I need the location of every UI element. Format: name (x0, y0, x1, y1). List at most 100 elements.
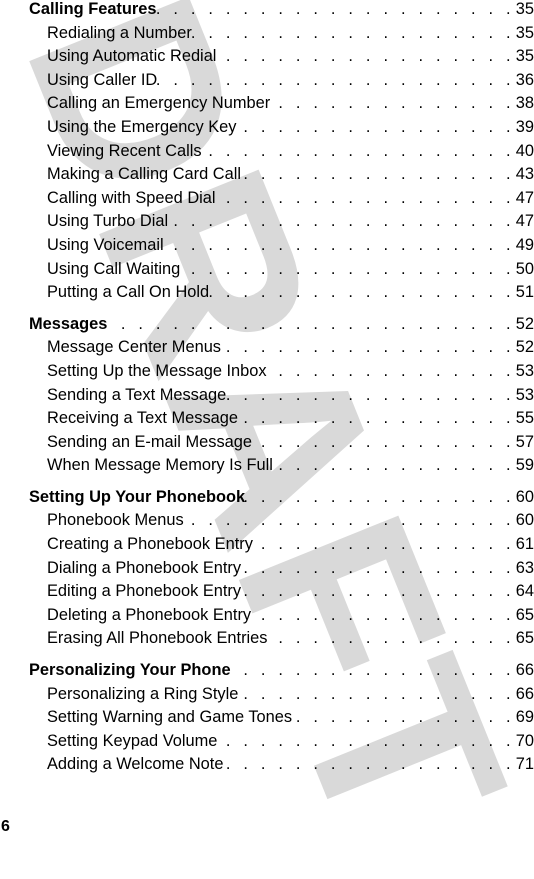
toc-entry-title: Viewing Recent Calls (47, 141, 202, 160)
toc-entry[interactable]: Sending a Text Message 53 (29, 384, 534, 408)
toc-entry[interactable]: Setting Up the Message Inbox 53 (29, 360, 534, 384)
dot-leader (238, 683, 514, 707)
toc-page-number: 60 (515, 511, 534, 530)
dot-leader (217, 730, 514, 754)
toc-entry[interactable]: Viewing Recent Calls 40 (29, 140, 534, 164)
toc-entry-title: Receiving a Text Message (47, 409, 239, 428)
toc-entry-title: Using the Emergency Key (47, 117, 237, 136)
toc-entry-title: Using Voicemail (47, 235, 164, 254)
toc-entry-title: Setting Keypad Volume (47, 731, 218, 750)
toc-entry[interactable]: Deleting a Phonebook Entry 65 (29, 604, 534, 628)
dot-leader (253, 533, 515, 557)
toc-page-number: 65 (515, 629, 534, 648)
toc-entry[interactable]: When Message Memory Is Full 59 (29, 454, 534, 478)
toc-entry[interactable]: Setting Keypad Volume 70 (29, 730, 534, 754)
toc-entry[interactable]: Putting a Call On Hold 51 (29, 281, 534, 305)
toc-page-number: 59 (515, 456, 534, 475)
dot-leader (252, 431, 515, 455)
toc-entry[interactable]: Sending an E-mail Message 57 (29, 431, 534, 455)
dot-leader (273, 454, 515, 478)
toc-entry[interactable]: Setting Warning and Game Tones 69 (29, 706, 534, 730)
toc-page-number: 49 (515, 235, 534, 254)
toc-page-number: 35 (515, 23, 534, 42)
dot-leader (216, 45, 514, 69)
toc-page-number: 52 (515, 314, 534, 333)
dot-leader (192, 22, 515, 46)
toc-section-heading[interactable]: Messages 52 (29, 313, 534, 337)
toc-section: Messages 52 Message Center Menus 52 Setting … (29, 313, 534, 478)
toc-section-heading[interactable]: Personalizing Your Phone 66 (29, 659, 534, 683)
toc-page-number: 64 (515, 582, 534, 601)
toc-page-number: 50 (515, 259, 534, 278)
toc-entry-title: Setting Warning and Game Tones (47, 708, 293, 727)
toc-entry-title: Message Center Menus (47, 338, 222, 357)
toc-entry[interactable]: Using Automatic Redial 35 (29, 45, 534, 69)
toc-entry-title: Personalizing a Ring Style (47, 684, 239, 703)
toc-entry[interactable]: Calling an Emergency Number 38 (29, 92, 534, 116)
dot-leader (241, 557, 515, 581)
toc-entry[interactable]: Phonebook Menus 60 (29, 509, 534, 533)
toc-entry-title: Personalizing Your Phone (29, 661, 231, 680)
dot-leader (292, 706, 515, 730)
toc-page-number: 66 (515, 661, 534, 680)
dot-leader (267, 360, 515, 384)
toc-entry-title: Putting a Call On Hold (47, 283, 210, 302)
toc-section-heading[interactable]: Calling Features 35 (29, 0, 534, 22)
toc-entry-title: Using Caller ID (47, 70, 158, 89)
toc-entry-title: Dialing a Phonebook Entry (47, 558, 242, 577)
toc-page-number: 36 (515, 70, 534, 89)
toc-page-number: 71 (515, 755, 534, 774)
toc-entry[interactable]: Editing a Phonebook Entry 64 (29, 580, 534, 604)
dot-leader (251, 604, 515, 628)
toc-entry[interactable]: Making a Calling Card Call 43 (29, 163, 534, 187)
toc-entry[interactable]: Dialing a Phonebook Entry 63 (29, 557, 534, 581)
toc-page-number: 40 (515, 141, 534, 160)
toc-page-number: 63 (515, 558, 534, 577)
toc-entry[interactable]: Redialing a Number 35 (29, 22, 534, 46)
toc-section-heading[interactable]: Setting Up Your Phonebook 60 (29, 486, 534, 510)
dot-leader (164, 234, 515, 258)
dot-leader (180, 258, 514, 282)
toc-page-number: 35 (515, 0, 534, 18)
toc-page-number: 55 (515, 409, 534, 428)
dot-leader (107, 313, 514, 337)
dot-leader (168, 210, 515, 234)
toc-entry-title: Adding a Welcome Note (47, 755, 224, 774)
page-number: 6 (1, 818, 10, 835)
toc-entry[interactable]: Using the Emergency Key 39 (29, 116, 534, 140)
toc-entry-title: Editing a Phonebook Entry (47, 582, 242, 601)
toc-page-number: 65 (515, 605, 534, 624)
toc-entry-title: Making a Calling Card Call (47, 165, 242, 184)
toc-entry[interactable]: Calling with Speed Dial 47 (29, 187, 534, 211)
dot-leader (184, 509, 515, 533)
toc-entry-title: Setting Up the Message Inbox (47, 361, 267, 380)
toc-page-number: 66 (515, 684, 534, 703)
toc-entry-title: Calling an Emergency Number (47, 94, 271, 113)
toc-entry[interactable]: Message Center Menus 52 (29, 336, 534, 360)
toc-entry[interactable]: Receiving a Text Message 55 (29, 407, 534, 431)
table-of-contents: Calling Features35Redialing a Number35Us… (29, 0, 534, 785)
toc-entry[interactable]: Adding a Welcome Note 71 (29, 753, 534, 777)
toc-entry-title: Redialing a Number (47, 23, 192, 42)
toc-entry-title: Setting Up Your Phonebook (29, 487, 246, 506)
toc-entry-title: Sending an E-mail Message (47, 432, 252, 451)
toc-page-number: 35 (515, 47, 534, 66)
toc-page-number: 57 (515, 432, 534, 451)
toc-page-number: 39 (515, 117, 534, 136)
toc-entry[interactable]: Personalizing a Ring Style 66 (29, 683, 534, 707)
toc-page-number: 69 (515, 708, 534, 727)
dot-leader (157, 69, 515, 93)
toc-entry[interactable]: Using Caller ID 36 (29, 69, 534, 93)
toc-page-number: 47 (515, 212, 534, 231)
toc-section: Personalizing Your Phone66Personalizing … (29, 659, 534, 777)
toc-entry[interactable]: Using Turbo Dial 47 (29, 210, 534, 234)
toc-entry[interactable]: Using Call Waiting 50 (29, 258, 534, 282)
toc-entry[interactable]: Using Voicemail 49 (29, 234, 534, 258)
toc-entry-title: Using Turbo Dial (47, 212, 169, 231)
dot-leader (237, 116, 515, 140)
dot-leader (223, 753, 514, 777)
toc-entry[interactable]: Creating a Phonebook Entry 61 (29, 533, 534, 557)
dot-leader (209, 281, 515, 305)
toc-page-number: 70 (515, 731, 534, 750)
toc-entry[interactable]: Erasing All Phonebook Entries 65 (29, 627, 534, 651)
